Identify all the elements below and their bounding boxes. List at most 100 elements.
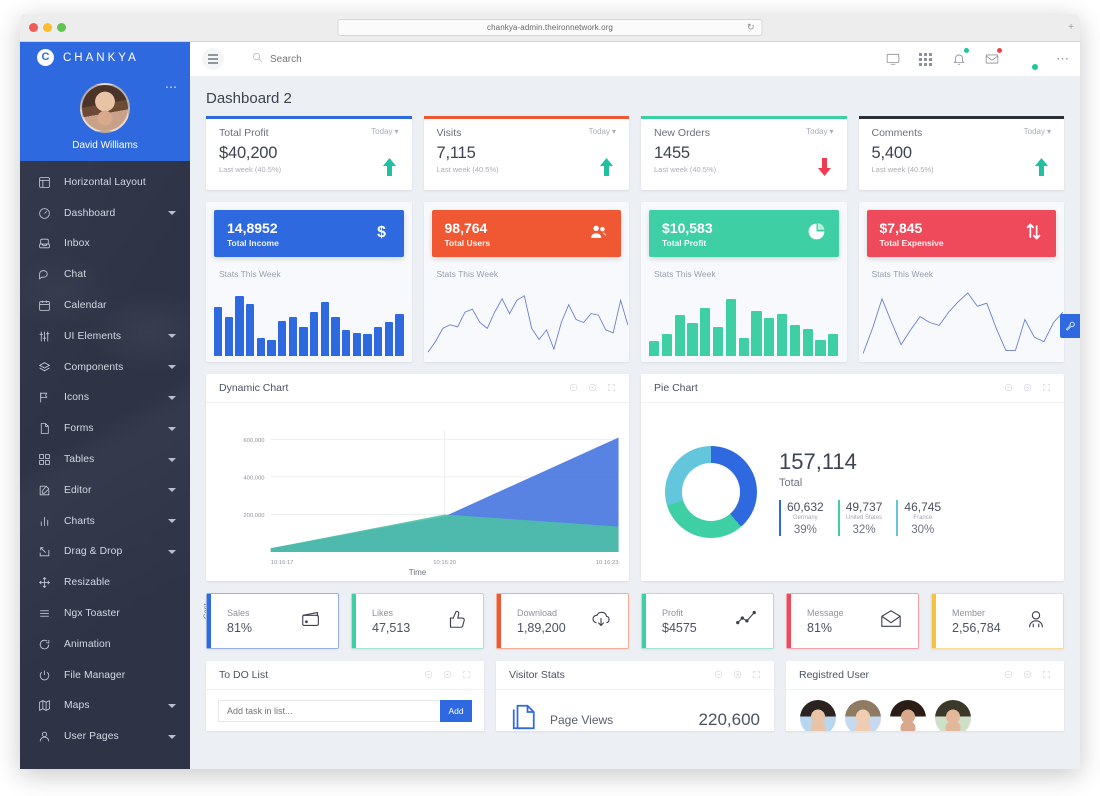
avatar[interactable] (80, 83, 130, 133)
expand-icon[interactable] (1042, 379, 1051, 397)
chevron-down-icon[interactable] (168, 426, 176, 431)
avatar[interactable] (800, 700, 836, 731)
address-bar[interactable]: chankya-admin.theironnetwork.org ↻ (337, 19, 763, 36)
bar (674, 315, 685, 356)
sidebar-item-label: Forms (64, 423, 94, 435)
minimize-icon[interactable] (714, 666, 723, 684)
sidebar-item-inbox[interactable]: Inbox (20, 229, 190, 260)
minimize-icon[interactable] (1004, 379, 1013, 397)
search-icon (252, 50, 263, 68)
sidebar-item-file-manager[interactable]: File Manager (20, 660, 190, 691)
monitor-icon[interactable] (885, 52, 900, 67)
svg-text:$: $ (377, 224, 386, 241)
kpi-period-selector[interactable]: Today ▾ (371, 127, 398, 136)
kpi-accent-bar (206, 116, 412, 119)
sidebar-item-calendar[interactable]: Calendar (20, 290, 190, 321)
minimize-icon[interactable] (424, 666, 433, 684)
sidebar-item-icons[interactable]: Icons (20, 383, 190, 414)
metric-tile[interactable]: Likes 47,513 (351, 593, 484, 649)
wrench-icon[interactable] (1060, 314, 1080, 338)
bar (214, 307, 223, 356)
chevron-down-icon[interactable] (168, 734, 176, 739)
sidebar-item-animation[interactable]: Animation (20, 629, 190, 660)
sidebar-item-resizable[interactable]: Resizable (20, 567, 190, 598)
kpi-period-label: Today (371, 127, 393, 136)
chevron-down-icon[interactable] (168, 519, 176, 524)
sidebar-item-chat[interactable]: Chat (20, 259, 190, 290)
window-controls[interactable] (29, 23, 66, 32)
sidebar-item-user-pages[interactable]: User Pages (20, 721, 190, 752)
close-icon[interactable] (1023, 379, 1032, 397)
kpi-period-selector[interactable]: Today ▾ (806, 127, 833, 136)
search-area[interactable] (252, 50, 450, 68)
chevron-down-icon[interactable] (168, 365, 176, 370)
expand-icon[interactable] (462, 666, 471, 684)
kpi-period-selector[interactable]: Today ▾ (1024, 127, 1051, 136)
metric-tile[interactable]: Sales 81% (206, 593, 339, 649)
sidebar-item-horizontal-layout[interactable]: Horizontal Layout (20, 167, 190, 198)
more-horizontal-icon[interactable]: ⋯ (165, 81, 178, 93)
chevron-down-icon[interactable] (168, 457, 176, 462)
mail-icon[interactable] (984, 47, 1002, 67)
sidebar-item-label: Chat (64, 269, 87, 281)
sidebar-item-ui-elements[interactable]: UI Elements (20, 321, 190, 352)
minimize-window-button[interactable] (43, 23, 52, 32)
sidebar-item-components[interactable]: Components (20, 352, 190, 383)
wallet-icon (300, 608, 322, 635)
metric-tile[interactable]: Message 81% (786, 593, 919, 649)
sidebar-nav: Horizontal Layout Dashboard Inbox Chat Calen… (20, 161, 190, 752)
close-icon[interactable] (733, 666, 742, 684)
avatar[interactable] (1017, 49, 1039, 71)
avatar[interactable] (845, 700, 881, 731)
tile-value: 81% (807, 620, 833, 635)
sidebar-item-editor[interactable]: Editor (20, 475, 190, 506)
more-horizontal-icon[interactable]: ⋯ (1056, 52, 1070, 65)
close-icon[interactable] (443, 666, 452, 684)
search-input[interactable] (270, 53, 450, 65)
reload-icon[interactable]: ↻ (747, 22, 755, 33)
kpi-period-selector[interactable]: Today ▾ (589, 127, 616, 136)
close-window-button[interactable] (29, 23, 38, 32)
add-task-input[interactable] (218, 700, 440, 722)
minimize-icon[interactable] (1004, 666, 1013, 684)
expand-icon[interactable] (752, 666, 761, 684)
sidebar-item-dashboard[interactable]: Dashboard (20, 198, 190, 229)
chevron-down-icon[interactable] (168, 211, 176, 216)
chevron-down-icon[interactable] (168, 703, 176, 708)
brand-header[interactable]: C CHANKYA (20, 42, 190, 73)
close-icon[interactable] (588, 379, 597, 397)
kpi-accent-bar (858, 116, 1064, 119)
sidebar-item-maps[interactable]: Maps (20, 691, 190, 722)
avatar[interactable] (935, 700, 971, 731)
sidebar-item-drag-drop[interactable]: Drag & Drop (20, 537, 190, 568)
metric-tile[interactable]: Profit $4575 (641, 593, 774, 649)
minimize-icon[interactable] (569, 379, 578, 397)
chevron-down-icon[interactable] (168, 488, 176, 493)
panel-header: Dynamic Chart (206, 374, 629, 403)
arrow-up-icon (382, 156, 397, 178)
add-tab-button[interactable]: + (1068, 22, 1074, 33)
maximize-window-button[interactable] (57, 23, 66, 32)
avatar[interactable] (890, 700, 926, 731)
metric-tile[interactable]: Member 2,56,784 (931, 593, 1064, 649)
expand-icon[interactable] (1042, 666, 1051, 684)
move-icon (38, 576, 51, 589)
sidebar-item-charts[interactable]: Charts (20, 506, 190, 537)
chevron-down-icon[interactable] (168, 549, 176, 554)
apps-grid-icon[interactable] (918, 52, 933, 67)
hamburger-icon[interactable] (202, 48, 224, 70)
chevron-down-icon[interactable] (168, 334, 176, 339)
registred-user-list (786, 690, 1064, 731)
chevron-down-icon[interactable] (168, 395, 176, 400)
metric-tile[interactable]: Download 1,89,200 (496, 593, 629, 649)
sidebar-item-ngx-toaster[interactable]: Ngx Toaster (20, 598, 190, 629)
sidebar-item-tables[interactable]: Tables (20, 444, 190, 475)
bell-icon[interactable] (951, 47, 969, 67)
visitor-metric-row: Page Views 220,600 (496, 690, 774, 731)
close-icon[interactable] (1023, 666, 1032, 684)
sidebar-item-forms[interactable]: Forms (20, 413, 190, 444)
expand-icon[interactable] (607, 379, 616, 397)
bar (725, 298, 737, 356)
add-task-button[interactable]: Add (440, 700, 472, 722)
bar (649, 341, 660, 356)
